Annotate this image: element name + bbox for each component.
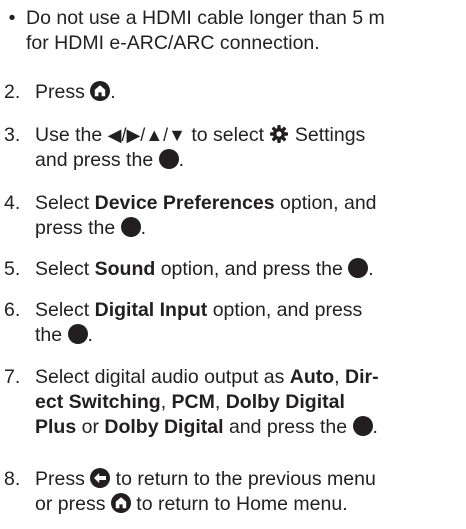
option-digital-input: Digital Input — [94, 299, 208, 321]
option-pcm: PCM — [171, 391, 215, 413]
step-number: 4. — [4, 192, 21, 214]
option-dolby-digital-plus-part2: Plus — [35, 416, 77, 438]
option-sound: Sound — [94, 258, 156, 280]
bullet-line-1: Do not use a HDMI cable longer than 5 m — [26, 7, 385, 29]
enter-button-icon — [158, 149, 179, 169]
enter-button-icon — [348, 258, 369, 278]
back-icon — [90, 468, 111, 488]
step-text: Use the ◀/▶/▲/▼ to select Settings and p… — [35, 124, 366, 171]
bullet-text: Do not use a HDMI cable longer than 5 m … — [26, 6, 466, 56]
home-icon — [90, 81, 111, 101]
step-text: Press to return to the previous menu or … — [35, 468, 376, 515]
bullet-line-2: for HDMI e-ARC/ARC connection. — [26, 32, 320, 54]
step-text: Select Device Preferences option, and pr… — [35, 192, 377, 239]
option-direct-switching-part2: ect Switching — [35, 391, 161, 413]
enter-button-icon — [352, 416, 373, 436]
option-device-preferences: Device Preferences — [94, 192, 275, 214]
option-direct-switching-part1: Dir- — [345, 366, 379, 388]
step-number: 8. — [4, 468, 21, 490]
step-text: Select Digital Input option, and press t… — [35, 299, 363, 346]
gear-icon — [269, 124, 289, 144]
enter-button-icon — [120, 217, 141, 237]
step-number: 3. — [4, 124, 21, 146]
step-number: 6. — [4, 299, 21, 321]
step-number: 5. — [4, 258, 21, 280]
step-text: Select Sound option, and press the . — [35, 258, 374, 280]
option-dolby-digital: Dolby Digital — [104, 416, 224, 438]
step-text: Press . — [35, 81, 116, 103]
bullet-marker: • — [8, 7, 16, 29]
home-icon — [110, 493, 131, 513]
step-text: Select digital audio output as Auto, Dir… — [35, 366, 379, 438]
option-auto: Auto — [289, 366, 335, 388]
direction-arrows: ◀/▶/▲/▼ — [107, 125, 186, 145]
option-dolby-digital-plus-part1: Dolby Digital — [225, 391, 345, 413]
step-number: 7. — [4, 366, 21, 388]
enter-button-icon — [67, 324, 88, 344]
manual-page: • Do not use a HDMI cable longer than 5 … — [0, 0, 466, 529]
step-number: 2. — [4, 81, 21, 103]
